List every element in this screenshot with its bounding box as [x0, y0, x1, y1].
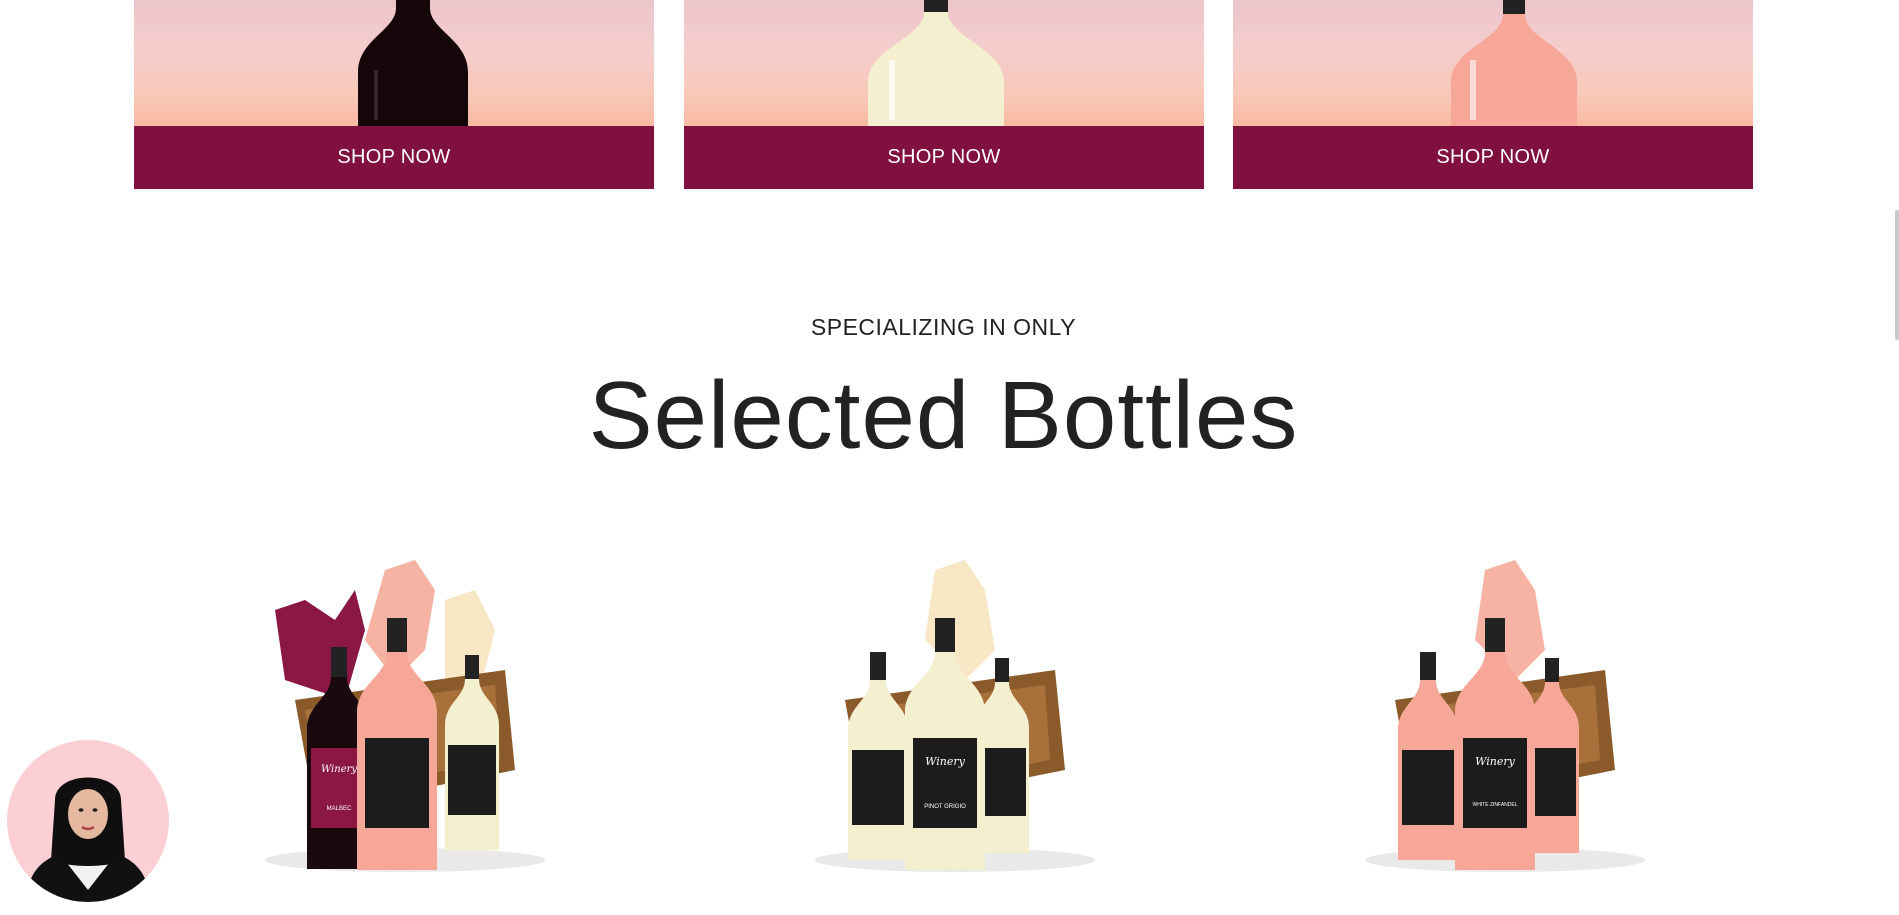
shop-card-red: SHOP NOW	[134, 0, 654, 189]
shop-card-rose: SHOP NOW	[1233, 0, 1753, 189]
shop-card-white: SHOP NOW	[684, 0, 1204, 189]
bottle-label-brand: Winery	[925, 755, 965, 768]
shop-now-button[interactable]: SHOP NOW	[684, 126, 1204, 189]
bundle-red-product-image[interactable]: Winery MALBEC	[245, 560, 545, 880]
bottle-label-variety: PINOT GRIGIO	[924, 804, 966, 810]
bottle-label-variety: MALBEC	[327, 806, 352, 812]
bottle-label-brand: Winery	[321, 764, 357, 775]
bottle-label-brand: Winery	[1475, 755, 1515, 768]
chat-avatar-button[interactable]	[7, 740, 169, 902]
section-heading: Selected Bottles	[588, 362, 1299, 469]
bundle-rose-product-image[interactable]: Winery WHITE ZINFANDEL	[1345, 560, 1645, 880]
sunset-image	[684, 0, 1204, 126]
shop-now-button[interactable]: SHOP NOW	[134, 126, 654, 189]
bottle-label-variety: WHITE ZINFANDEL	[1472, 802, 1517, 808]
shop-now-button[interactable]: SHOP NOW	[1233, 126, 1753, 189]
bundle-white-product-image[interactable]: Winery PINOT GRIGIO	[795, 560, 1095, 880]
section-eyebrow: SPECIALIZING IN ONLY	[810, 314, 1077, 340]
sunset-image	[134, 0, 654, 126]
page-scrollbar[interactable]	[1895, 210, 1899, 340]
person-avatar-icon	[25, 777, 151, 902]
white-wine-bottle-image	[868, 0, 1004, 126]
red-wine-bottle-image	[358, 0, 468, 126]
sunset-image	[1233, 0, 1753, 126]
rose-wine-bottle-image	[1451, 0, 1577, 126]
